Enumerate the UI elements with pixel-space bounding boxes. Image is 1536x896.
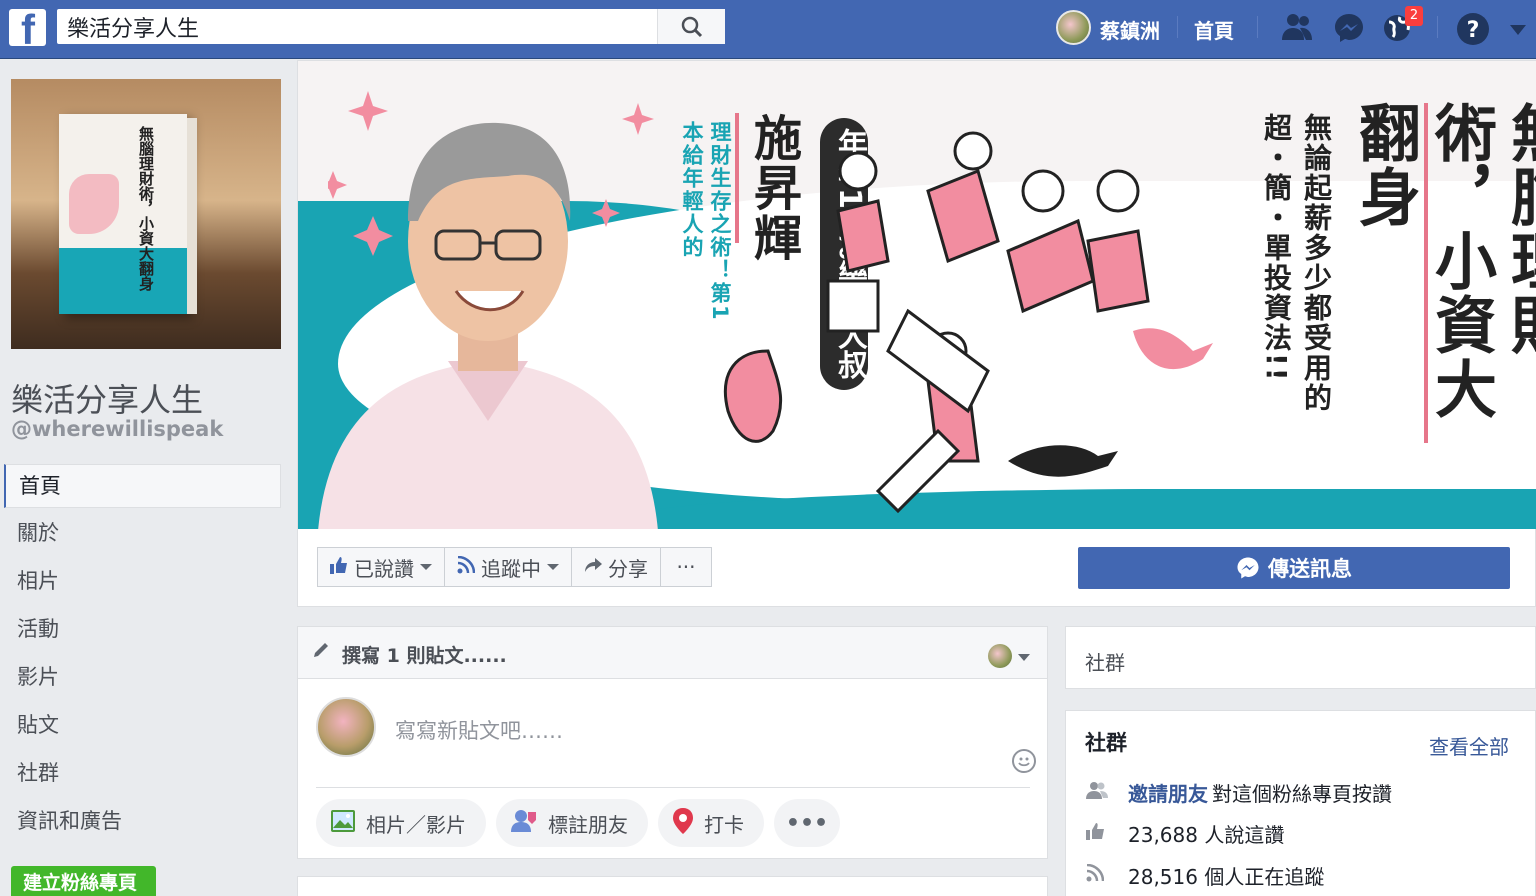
share-icon <box>584 555 602 579</box>
search-button[interactable] <box>657 9 725 44</box>
sparkle-icons <box>328 91 654 256</box>
book-title: 無腦理財術，小資大翻身 <box>137 126 155 291</box>
check-in-button[interactable]: 打卡 <box>658 799 764 847</box>
divider <box>1177 16 1178 38</box>
post-composer: 撰寫 1 則貼文...... 寫寫新貼文吧…… 相片／影片 標註朋友 打卡 ••… <box>297 626 1048 859</box>
nav-item-community[interactable]: 社群 <box>4 752 281 800</box>
profile-picture[interactable]: 無腦理財術，小資大翻身 <box>11 79 281 349</box>
divider <box>316 787 1030 788</box>
home-link[interactable]: 首頁 <box>1194 15 1234 44</box>
share-label: 分享 <box>608 556 648 581</box>
emoji-icon[interactable] <box>1012 749 1036 773</box>
page-nav: 首頁 關於 相片 活動 影片 貼文 社群 資訊和廣告 <box>4 464 281 848</box>
caret-down-icon <box>547 564 559 570</box>
caret-down-icon <box>420 564 432 570</box>
book-cover-image: 無腦理財術，小資大翻身 <box>59 114 197 314</box>
likes-row: 23,688 人說這讚 <box>1086 818 1284 848</box>
cover-section: 理財生存之術！第1本給年輕人的 施昇輝 年年18%樂活大叔 <box>297 60 1536 607</box>
liked-label: 已說讚 <box>354 556 414 581</box>
divider <box>1257 16 1258 38</box>
search-input[interactable] <box>67 15 647 39</box>
cover-main-title: 無腦理財術，小資大翻身 <box>1348 101 1536 421</box>
following-label: 追蹤中 <box>481 556 541 581</box>
create-page-button[interactable]: 建立粉絲專頁 <box>11 866 156 896</box>
page-handle[interactable]: @wherewillispeak <box>11 417 223 441</box>
avatar <box>1056 10 1091 45</box>
community-heading: 社群 <box>1085 731 1127 755</box>
tag-friends-icon <box>510 808 538 839</box>
composer-buttons: 相片／影片 標註朋友 打卡 ••• <box>316 799 850 847</box>
chevron-down-icon[interactable] <box>1510 22 1536 54</box>
photo-video-label: 相片／影片 <box>366 812 466 837</box>
liked-button[interactable]: 已說讚 <box>317 547 445 587</box>
help-icon[interactable]: ? <box>1456 12 1492 45</box>
search-icon <box>681 16 703 38</box>
thumbs-up-icon <box>1086 821 1110 845</box>
nav-item-about[interactable]: 關於 <box>4 512 281 560</box>
likes-count: 23,688 人說這讚 <box>1128 822 1285 847</box>
top-navigation-bar: f 蔡鎮洲 首頁 2 ? <box>0 0 1536 59</box>
caret-down-icon[interactable] <box>1018 654 1030 661</box>
running-people-illustration <box>723 131 1213 514</box>
accent-line <box>1424 103 1428 443</box>
rss-icon <box>457 555 476 579</box>
follows-row: 28,516 個人正在追蹤 <box>1086 860 1324 890</box>
nav-item-info-ads[interactable]: 資訊和廣告 <box>4 800 281 848</box>
invite-row: 邀請朋友 對這個粉絲專頁按讚 <box>1086 777 1392 807</box>
next-post-card <box>297 876 1048 896</box>
follows-count: 28,516 個人正在追蹤 <box>1128 864 1325 889</box>
location-pin-icon <box>672 807 694 840</box>
divider <box>1437 16 1438 38</box>
messenger-icon <box>1237 557 1259 579</box>
community-title: 社群 <box>1085 651 1125 675</box>
tag-friends-button[interactable]: 標註朋友 <box>496 799 648 847</box>
cover-photo[interactable]: 理財生存之術！第1本給年輕人的 施昇輝 年年18%樂活大叔 <box>298 61 1536 529</box>
svg-text:?: ? <box>1467 18 1480 43</box>
cover-subtitle: 無論起薪多少都受用的超・簡・單投資法!! <box>1260 113 1333 413</box>
notification-badge: 2 <box>1405 6 1423 26</box>
invite-text: 對這個粉絲專頁按讚 <box>1212 781 1392 806</box>
avatar <box>316 697 376 757</box>
messenger-icon[interactable] <box>1333 12 1369 44</box>
invite-friends-link[interactable]: 邀請朋友 <box>1128 778 1208 807</box>
community-card: 社群 查看全部 邀請朋友 對這個粉絲專頁按讚 23,688 人說這讚 28,51… <box>1065 710 1536 896</box>
tag-friends-label: 標註朋友 <box>548 812 628 837</box>
nav-item-videos[interactable]: 影片 <box>4 656 281 704</box>
composer-input[interactable]: 寫寫新貼文吧…… <box>395 715 563 745</box>
pencil-icon <box>314 643 328 657</box>
rss-icon <box>1086 863 1110 887</box>
following-button[interactable]: 追蹤中 <box>444 547 572 587</box>
send-message-label: 傳送訊息 <box>1268 557 1352 581</box>
nav-item-photos[interactable]: 相片 <box>4 560 281 608</box>
composer-header-label: 撰寫 1 則貼文...... <box>342 645 507 667</box>
community-card-header: 社群 <box>1065 626 1536 689</box>
nav-item-home[interactable]: 首頁 <box>4 464 281 508</box>
nav-item-posts[interactable]: 貼文 <box>4 704 281 752</box>
thumbs-up-icon <box>330 555 348 579</box>
send-message-button[interactable]: 傳送訊息 <box>1078 547 1510 589</box>
more-button[interactable]: ··· <box>660 547 712 587</box>
check-in-label: 打卡 <box>704 812 744 837</box>
page-actions: 已說讚 追蹤中 分享 ··· <box>317 547 712 587</box>
photo-video-button[interactable]: 相片／影片 <box>316 799 486 847</box>
user-name: 蔡鎮洲 <box>1100 19 1160 43</box>
avatar[interactable] <box>988 644 1012 668</box>
facebook-logo-letter: f <box>21 6 35 53</box>
nav-item-events[interactable]: 活動 <box>4 608 281 656</box>
search-box <box>57 9 725 44</box>
photo-icon <box>330 808 356 839</box>
page-name: 樂活分享人生 <box>11 381 204 419</box>
friends-icon[interactable] <box>1280 12 1316 44</box>
more-options-button[interactable]: ••• <box>774 799 840 847</box>
composer-header[interactable]: 撰寫 1 則貼文...... <box>298 627 1047 679</box>
share-button[interactable]: 分享 <box>571 547 661 587</box>
people-icon <box>1086 780 1110 804</box>
see-all-link[interactable]: 查看全部 <box>1429 731 1509 760</box>
left-sidebar: 無腦理財術，小資大翻身 樂活分享人生 @wherewillispeak 首頁 關… <box>0 60 297 896</box>
facebook-logo[interactable]: f <box>9 6 46 53</box>
